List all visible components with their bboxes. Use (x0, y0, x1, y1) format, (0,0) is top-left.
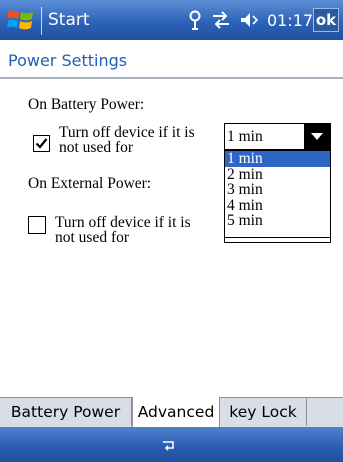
external-timeout-select-edge[interactable] (224, 238, 331, 243)
battery-option-line1: Turn off device if it is (59, 124, 195, 141)
status-icons: 01:17 (188, 8, 313, 32)
tab-key-lock[interactable]: key Lock (220, 398, 307, 426)
external-option-line2: not used for (55, 229, 130, 246)
clock[interactable]: 01:17 (267, 11, 313, 30)
external-checkbox[interactable] (28, 216, 46, 234)
dropdown-option[interactable]: 5 min (225, 213, 330, 229)
external-option-line1: Turn off device if it is (55, 214, 191, 231)
connectivity-icon[interactable] (211, 11, 231, 29)
chevron-down-icon[interactable] (304, 124, 330, 149)
signal-icon[interactable] (188, 10, 202, 30)
timeout-dropdown-list: 1 min 2 min 3 min 4 min 5 min (224, 150, 331, 238)
start-menu-title[interactable]: Start (48, 10, 90, 30)
battery-option-label[interactable]: Turn off device if it is not used for (59, 124, 195, 156)
dropdown-option[interactable]: 1 min (225, 151, 330, 167)
external-option-label[interactable]: Turn off device if it is not used for (55, 214, 191, 246)
external-section-label: On External Power: (28, 175, 152, 192)
windows-flag-icon[interactable] (6, 7, 36, 33)
title-divider (0, 77, 343, 79)
battery-section-label: On Battery Power: (28, 96, 145, 113)
keyboard-icon[interactable] (161, 438, 179, 457)
tab-bar: Battery Power Advanced key Lock (0, 397, 343, 427)
timeout-select-value: 1 min (227, 128, 263, 145)
dropdown-option[interactable]: 2 min (225, 166, 330, 183)
tab-battery-power[interactable]: Battery Power (0, 398, 132, 426)
soft-key-bar (0, 427, 343, 462)
battery-option-line2: not used for (59, 139, 134, 156)
dropdown-option[interactable]: 3 min (225, 182, 330, 198)
dropdown-option[interactable]: 4 min (225, 197, 330, 214)
timeout-select[interactable]: 1 min (224, 123, 331, 150)
page-title: Power Settings (8, 51, 128, 70)
title-separator (41, 7, 42, 35)
tab-advanced[interactable]: Advanced (132, 397, 220, 427)
ok-button[interactable]: ok (313, 8, 339, 32)
volume-icon[interactable] (240, 11, 258, 29)
battery-checkbox[interactable] (33, 135, 50, 152)
checkmark-icon (35, 138, 48, 149)
title-bar: Start 01:17 ok (0, 0, 343, 40)
